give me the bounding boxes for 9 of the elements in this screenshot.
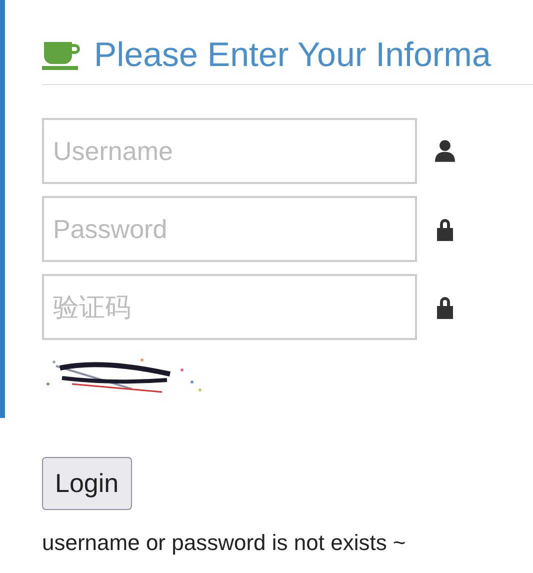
error-message: username or password is not exists ~ (42, 529, 407, 557)
user-icon (435, 139, 455, 163)
lock-icon (436, 295, 454, 319)
page-heading: Please Enter Your Informa (94, 38, 491, 72)
input-field[interactable]: Password (42, 196, 417, 262)
input-field[interactable]: Username (42, 118, 417, 184)
lock-icon (436, 217, 454, 241)
login-button[interactable]: Login (42, 457, 132, 510)
input-field[interactable]: 验证码 (42, 274, 417, 340)
